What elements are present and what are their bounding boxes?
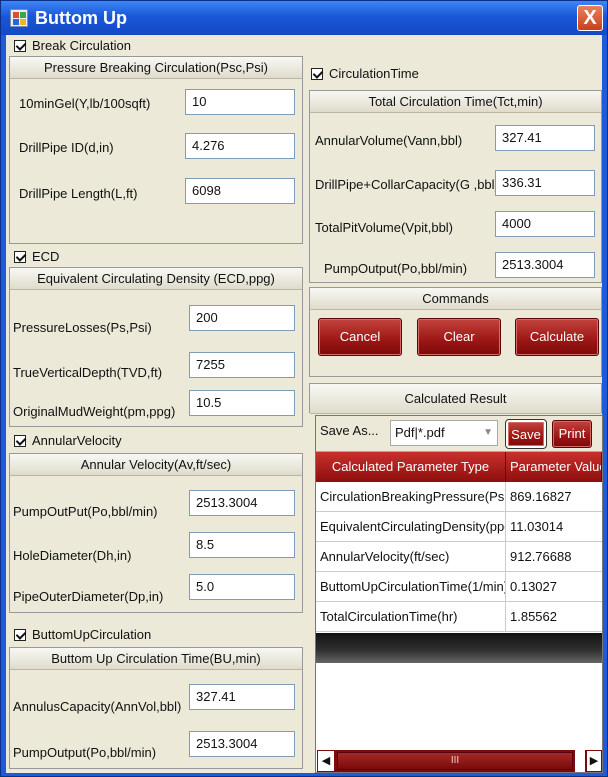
window-title: Buttom Up xyxy=(35,8,127,28)
calculate-button[interactable]: Calculate xyxy=(515,318,599,356)
tvd-input[interactable]: 7255 xyxy=(189,352,295,378)
chevron-down-icon[interactable]: ▼ xyxy=(483,421,493,445)
annular-velocity-checkbox[interactable]: AnnularVelocity xyxy=(14,431,122,451)
annular-velocity-group: Annular Velocity(Av,ft/sec) PumpOutPut(P… xyxy=(9,453,303,613)
field-label: PressureLosses(Ps,Psi) xyxy=(13,320,152,335)
scroll-track-end xyxy=(575,750,585,772)
pump-output-input[interactable]: 2513.3004 xyxy=(189,490,295,516)
pit-volume-input[interactable]: 4000 xyxy=(495,211,595,237)
field-label: PumpOutput(Po,bbl/min) xyxy=(13,745,157,760)
new-row-bar xyxy=(316,633,602,663)
field-label: TotalPitVolume(Vpit,bbl) xyxy=(315,220,454,235)
drillpipe-length-input[interactable]: 6098 xyxy=(185,178,295,204)
bottomup-circulation-label: ButtomUpCirculation xyxy=(32,627,152,642)
checkbox-checked-icon[interactable] xyxy=(311,67,323,80)
checkbox-checked-icon[interactable] xyxy=(14,434,26,447)
table-row[interactable]: CirculationBreakingPressure(Psi) 869.168… xyxy=(316,482,602,512)
circulation-time-checkbox[interactable]: CirculationTime xyxy=(311,64,419,84)
checkbox-checked-icon[interactable] xyxy=(14,250,26,263)
break-circulation-label: Break Circulation xyxy=(32,38,131,53)
drillpipe-id-input[interactable]: 4.276 xyxy=(185,133,295,159)
cell-type: EquivalentCirculatingDensity(ppg xyxy=(316,512,506,542)
annular-volume-input[interactable]: 327.41 xyxy=(495,125,595,151)
clear-button[interactable]: Clear xyxy=(417,318,501,356)
field-label: 10minGel(Y,lb/100sqft) xyxy=(19,96,151,111)
circulation-time-label: CirculationTime xyxy=(329,66,419,81)
pressure-losses-input[interactable]: 200 xyxy=(189,305,295,331)
field-label: PipeOuterDiameter(Dp,in) xyxy=(13,589,164,604)
table-row[interactable]: ButtomUpCirculationTime(1/min) 0.13027 xyxy=(316,572,602,602)
ecd-checkbox[interactable]: ECD xyxy=(14,247,59,267)
table-row[interactable]: EquivalentCirculatingDensity(ppg 11.0301… xyxy=(316,512,602,542)
field-label: TrueVerticalDepth(TVD,ft) xyxy=(13,365,163,380)
group-header: Calculated Result xyxy=(310,384,601,414)
field-label: DrillPipe Length(L,ft) xyxy=(19,186,138,201)
client-area: Break Circulation Pressure Breaking Circ… xyxy=(6,35,603,773)
result-toolbar: Save As... Pdf|*.pdf ▼ Save Print xyxy=(316,416,602,452)
annulus-capacity-input[interactable]: 327.41 xyxy=(189,684,295,710)
save-as-label: Save As... xyxy=(320,423,379,438)
field-label: PumpOutput(Po,bbl/min) xyxy=(324,261,468,276)
cell-type: ButtomUpCirculationTime(1/min) xyxy=(316,572,506,602)
hole-diameter-input[interactable]: 8.5 xyxy=(189,532,295,558)
field-label: DrillPipe ID(d,in) xyxy=(19,140,114,155)
group-header: Pressure Breaking Circulation(Psc,Psi) xyxy=(10,57,302,79)
result-panel: Save As... Pdf|*.pdf ▼ Save Print Calcul… xyxy=(315,415,603,773)
app-window: Buttom Up X Break Circulation Pressure B… xyxy=(0,0,608,777)
cell-type: AnnularVelocity(ft/sec) xyxy=(316,542,506,572)
commands-group: Commands Cancel Clear Calculate xyxy=(309,287,602,377)
field-label: AnnulusCapacity(AnnVol,bbl) xyxy=(13,699,182,714)
column-header-value[interactable]: Parameter Value xyxy=(506,452,602,482)
pump-output-input[interactable]: 2513.3004 xyxy=(189,731,295,757)
bottomup-group: Buttom Up Circulation Time(BU,min) Annul… xyxy=(9,647,303,769)
cell-type: CirculationBreakingPressure(Psi) xyxy=(316,482,506,512)
close-icon[interactable]: X xyxy=(577,5,603,31)
save-button[interactable]: Save xyxy=(505,419,547,449)
total-circulation-group: Total Circulation Time(Tct,min) AnnularV… xyxy=(309,90,602,283)
break-circulation-checkbox[interactable]: Break Circulation xyxy=(14,36,131,56)
table-row[interactable]: TotalCirculationTime(hr) 1.85562 xyxy=(316,602,602,632)
ecd-group: Equivalent Circulating Density (ECD,ppg)… xyxy=(9,267,303,427)
print-button[interactable]: Print xyxy=(552,420,592,448)
ecd-label: ECD xyxy=(32,249,60,264)
mud-weight-input[interactable]: 10.5 xyxy=(189,390,295,416)
field-label: PumpOutPut(Po,bbl/min) xyxy=(13,504,158,519)
scroll-thumb[interactable]: III xyxy=(337,752,573,770)
checkbox-checked-icon[interactable] xyxy=(14,39,26,52)
field-label: OriginalMudWeight(pm,ppg) xyxy=(13,404,176,419)
pipe-outer-diameter-input[interactable]: 5.0 xyxy=(189,574,295,600)
title-bar[interactable]: Buttom Up X xyxy=(1,1,607,35)
column-header-type[interactable]: Calculated Parameter Type xyxy=(316,452,506,482)
table-row[interactable]: AnnularVelocity(ft/sec) 912.76688 xyxy=(316,542,602,572)
cell-type: TotalCirculationTime(hr) xyxy=(316,602,506,632)
field-label: DrillPipe+CollarCapacity(G ,bbl) xyxy=(315,177,499,192)
drillpipe-collar-capacity-input[interactable]: 336.31 xyxy=(495,170,595,196)
cancel-button[interactable]: Cancel xyxy=(318,318,402,356)
horizontal-scrollbar[interactable]: ◀ III ▶ xyxy=(317,750,602,772)
calculated-result-header: Calculated Result xyxy=(309,383,602,414)
cell-value: 11.03014 xyxy=(510,519,564,534)
scroll-right-icon[interactable]: ▶ xyxy=(586,750,602,772)
cell-value: 0.13027 xyxy=(510,579,557,594)
group-header: Commands xyxy=(310,288,601,310)
cell-value: 1.85562 xyxy=(510,609,557,624)
group-header: Buttom Up Circulation Time(BU,min) xyxy=(10,648,302,670)
field-label: AnnularVolume(Vann,bbl) xyxy=(315,133,463,148)
gel-strength-input[interactable]: 10 xyxy=(185,89,295,115)
field-label: HoleDiameter(Dh,in) xyxy=(13,548,132,563)
format-value: Pdf|*.pdf xyxy=(395,425,445,440)
bottomup-circulation-checkbox[interactable]: ButtomUpCirculation xyxy=(14,625,151,645)
annular-velocity-label: AnnularVelocity xyxy=(32,433,122,448)
break-circulation-group: Pressure Breaking Circulation(Psc,Psi) 1… xyxy=(9,56,303,244)
pump-output-input[interactable]: 2513.3004 xyxy=(495,252,595,278)
format-select[interactable]: Pdf|*.pdf ▼ xyxy=(390,420,498,446)
cell-value: 869.16827 xyxy=(510,489,572,504)
group-header: Annular Velocity(Av,ft/sec) xyxy=(10,454,302,476)
checkbox-checked-icon[interactable] xyxy=(14,628,26,641)
group-header: Total Circulation Time(Tct,min) xyxy=(310,91,601,113)
scroll-left-icon[interactable]: ◀ xyxy=(317,750,335,772)
cell-value: 912.76688 xyxy=(510,549,572,564)
group-header: Equivalent Circulating Density (ECD,ppg) xyxy=(10,268,302,290)
app-icon xyxy=(10,9,28,27)
